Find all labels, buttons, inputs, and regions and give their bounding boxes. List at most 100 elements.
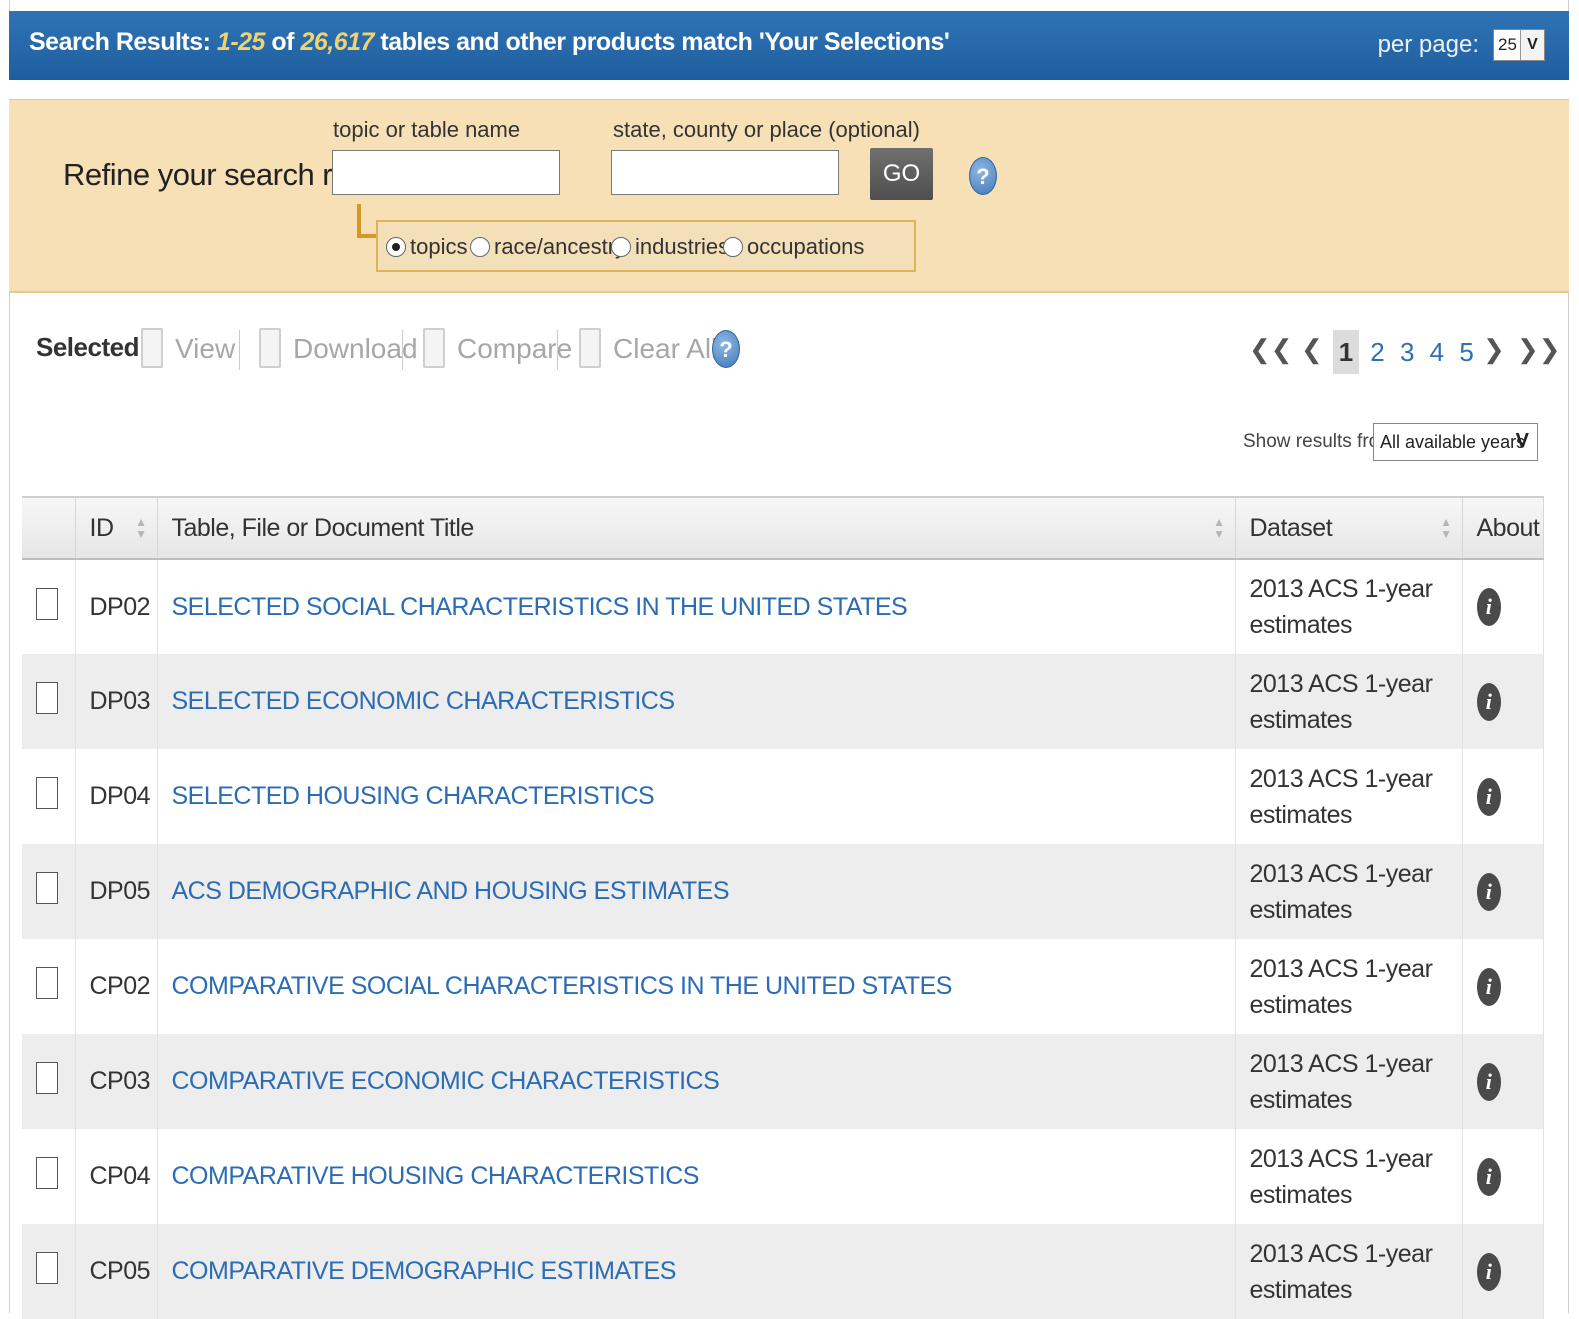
row-title-link[interactable]: COMPARATIVE DEMOGRAPHIC ESTIMATES <box>157 1224 1236 1319</box>
per-page-select[interactable]: 25 V <box>1493 29 1545 61</box>
topic-input[interactable] <box>332 150 560 195</box>
info-icon[interactable]: i <box>1476 872 1501 911</box>
row-select-cell <box>22 939 76 1034</box>
download-button[interactable]: Download <box>259 328 418 368</box>
column-header-title[interactable]: Table, File or Document Title ▲ ▼ <box>157 496 1236 560</box>
row-checkbox[interactable] <box>36 1157 58 1189</box>
row-dataset: 2013 ACS 1-year estimates <box>1235 1224 1463 1319</box>
row-select-cell <box>22 1129 76 1224</box>
clear-all-button[interactable]: Clear All <box>579 328 717 368</box>
row-checkbox[interactable] <box>36 587 58 620</box>
row-title-link[interactable]: COMPARATIVE ECONOMIC CHARACTERISTICS <box>157 1034 1236 1129</box>
row-checkbox[interactable] <box>36 1062 58 1094</box>
radio-unselected-icon[interactable] <box>723 237 743 257</box>
row-select-cell <box>22 844 76 939</box>
view-icon <box>141 328 163 368</box>
table-row: DP03 SELECTED ECONOMIC CHARACTERISTICS 2… <box>22 654 1544 749</box>
row-title-link[interactable]: SELECTED HOUSING CHARACTERISTICS <box>157 749 1236 844</box>
page-current[interactable]: 1 <box>1333 330 1359 374</box>
info-icon[interactable]: i <box>1476 1157 1501 1196</box>
radio-topics[interactable]: topics <box>386 234 467 260</box>
radio-race-ancestry[interactable]: race/ancestry <box>470 234 626 260</box>
page-link[interactable]: 5 <box>1459 337 1473 367</box>
dataset-line: estimates <box>1249 705 1353 734</box>
year-filter-select[interactable]: All available years V <box>1373 423 1538 461</box>
row-dataset: 2013 ACS 1-year estimates <box>1235 1034 1463 1129</box>
row-about-cell: i <box>1462 1034 1544 1129</box>
column-header-id[interactable]: ID ▲ ▼ <box>75 496 158 560</box>
refine-panel: Refine your search results: topic or tab… <box>9 100 1569 293</box>
dataset-line: estimates <box>1249 990 1353 1019</box>
info-icon[interactable]: i <box>1476 967 1501 1006</box>
row-select-cell <box>22 559 76 654</box>
info-icon[interactable]: i <box>1476 682 1501 721</box>
page-link[interactable]: 3 <box>1400 337 1414 367</box>
row-title-link[interactable]: COMPARATIVE SOCIAL CHARACTERISTICS IN TH… <box>157 939 1236 1034</box>
header-spacer <box>9 80 1569 100</box>
row-id: DP04 <box>75 749 158 844</box>
row-title-link[interactable]: SELECTED ECONOMIC CHARACTERISTICS <box>157 654 1236 749</box>
row-dataset: 2013 ACS 1-year estimates <box>1235 654 1463 749</box>
sort-icon[interactable]: ▲ ▼ <box>1213 516 1225 540</box>
row-dataset: 2013 ACS 1-year estimates <box>1235 939 1463 1034</box>
info-icon[interactable]: i <box>1476 777 1501 816</box>
help-icon[interactable]: ? <box>712 330 740 368</box>
sort-icon[interactable]: ▲ ▼ <box>1440 516 1452 540</box>
row-title-link[interactable]: ACS DEMOGRAPHIC AND HOUSING ESTIMATES <box>157 844 1236 939</box>
row-title-link[interactable]: SELECTED SOCIAL CHARACTERISTICS IN THE U… <box>157 559 1236 654</box>
info-icon[interactable]: i <box>1476 588 1501 626</box>
info-icon[interactable]: i <box>1476 1252 1501 1291</box>
chevron-down-icon[interactable]: V <box>1516 430 1529 453</box>
row-checkbox[interactable] <box>36 682 58 714</box>
go-button[interactable]: GO <box>870 148 933 200</box>
dataset-line: 2013 ACS 1-year <box>1249 1049 1433 1078</box>
place-input[interactable] <box>611 150 839 195</box>
row-select-cell <box>22 654 76 749</box>
pagination: 1 2 3 4 5 <box>1333 330 1474 374</box>
row-about-cell: i <box>1462 654 1544 749</box>
help-icon[interactable]: ? <box>969 157 997 195</box>
row-dataset: 2013 ACS 1-year estimates <box>1235 559 1463 654</box>
page-link[interactable]: 4 <box>1430 337 1444 367</box>
info-icon[interactable]: i <box>1476 1062 1501 1101</box>
dataset-line: 2013 ACS 1-year <box>1249 764 1433 793</box>
sort-icon[interactable]: ▲ ▼ <box>135 516 147 540</box>
results-header: Search Results: 1-25 of 26,617 tables an… <box>9 11 1569 80</box>
compare-button[interactable]: Compare <box>423 328 572 368</box>
radio-unselected-icon[interactable] <box>470 237 490 257</box>
row-title-link[interactable]: COMPARATIVE HOUSING CHARACTERISTICS <box>157 1129 1236 1224</box>
results-table: ID ▲ ▼ Table, File or Document Title ▲ ▼ Dat… <box>22 496 1544 1319</box>
row-checkbox[interactable] <box>36 967 58 999</box>
radio-unselected-icon[interactable] <box>611 237 631 257</box>
chevron-down-icon[interactable]: V <box>1520 30 1544 60</box>
first-page-icon[interactable]: ❮❮ <box>1249 334 1293 365</box>
last-page-icon[interactable]: ❯❯ <box>1517 334 1561 365</box>
download-label: Download <box>293 333 418 364</box>
column-label: ID <box>89 513 115 542</box>
column-header-dataset[interactable]: Dataset ▲ ▼ <box>1235 496 1463 560</box>
results-table-wrap: ID ▲ ▼ Table, File or Document Title ▲ ▼ Dat… <box>22 496 1544 1319</box>
next-page-icon[interactable]: ❯ <box>1483 334 1505 365</box>
column-label: Dataset <box>1249 513 1333 542</box>
per-page-value: 25 <box>1498 35 1517 54</box>
view-label: View <box>175 333 236 364</box>
radio-selected-icon[interactable] <box>386 237 406 257</box>
view-button[interactable]: View <box>141 328 235 368</box>
radio-industries[interactable]: industries <box>611 234 729 260</box>
dataset-line: estimates <box>1249 895 1353 924</box>
radio-label: race/ancestry <box>494 234 627 259</box>
dataset-line: estimates <box>1249 1085 1353 1114</box>
topic-field-label: topic or table name <box>333 117 521 142</box>
row-checkbox[interactable] <box>36 777 58 809</box>
prev-page-icon[interactable]: ❮ <box>1301 334 1323 365</box>
results-range: 1-25 <box>216 28 266 56</box>
table-row: CP04 COMPARATIVE HOUSING CHARACTERISTICS… <box>22 1129 1544 1224</box>
radio-occupations[interactable]: occupations <box>723 234 864 260</box>
page-link[interactable]: 2 <box>1370 337 1384 367</box>
row-checkbox[interactable] <box>36 872 58 904</box>
row-dataset: 2013 ACS 1-year estimates <box>1235 749 1463 844</box>
row-checkbox[interactable] <box>36 1252 58 1284</box>
row-select-cell <box>22 749 76 844</box>
results-total: 26,617 <box>300 28 374 56</box>
row-id: CP02 <box>75 939 158 1034</box>
